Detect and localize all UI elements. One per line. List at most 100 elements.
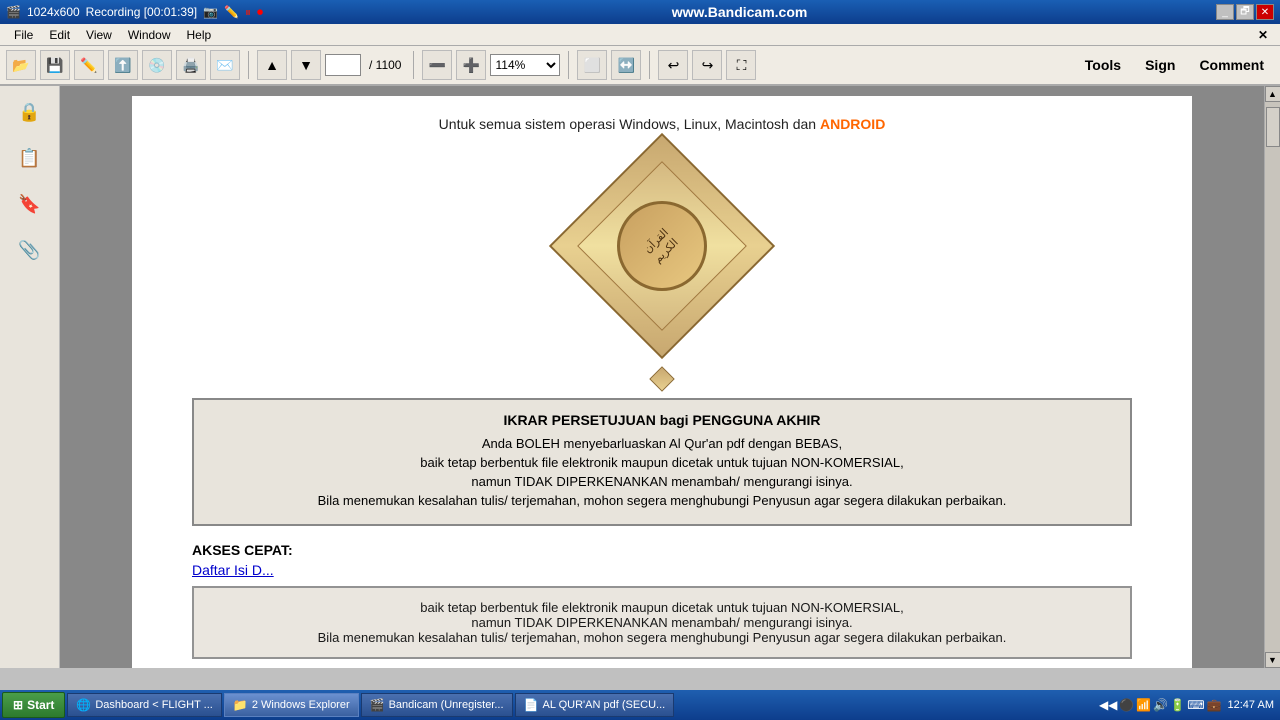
overlap-box: baik tetap berbentuk file elektronik mau… xyxy=(192,586,1132,659)
sep2 xyxy=(413,51,414,79)
taskbar-item-0[interactable]: 🌐 Dashboard < FLIGHT ... xyxy=(67,693,221,717)
taskbar-item-2[interactable]: 🎬 Bandicam (Unregister... xyxy=(361,693,513,717)
task-label-3: AL QUR'AN pdf (SECU... xyxy=(542,699,665,711)
window-controls: _ 🗗 ✕ xyxy=(1216,4,1274,20)
close-doc-button[interactable]: ✕ xyxy=(1252,28,1274,42)
tray-icon-4: 🔊 xyxy=(1153,698,1168,712)
download-button[interactable]: 💾 xyxy=(40,50,70,80)
resolution-label: 1024x600 xyxy=(27,5,80,19)
print-button[interactable]: 🖨️ xyxy=(176,50,206,80)
task-label-0: Dashboard < FLIGHT ... xyxy=(95,699,213,711)
pause-icon: ⏸ xyxy=(245,5,251,20)
overlap-line-1: baik tetap berbentuk file elektronik mau… xyxy=(214,600,1110,615)
tray-icon-7: 💼 xyxy=(1207,698,1222,712)
window-icon: 🎬 xyxy=(6,5,21,19)
agreement-title: IKRAR PERSETUJUAN bagi PENGGUNA AKHIR xyxy=(214,412,1110,428)
next-page-button[interactable]: ▼ xyxy=(291,50,321,80)
menu-view[interactable]: View xyxy=(78,26,120,44)
comment-label[interactable]: Comment xyxy=(1189,57,1274,73)
email-button[interactable]: ✉️ xyxy=(210,50,240,80)
pdf-subtitle: Untuk semua sistem operasi Windows, Linu… xyxy=(192,116,1132,132)
page-total-label: / 1100 xyxy=(365,58,405,72)
menu-bar: File Edit View Window Help ✕ xyxy=(0,24,1280,46)
camera-icon: 📷 xyxy=(203,5,218,19)
subtitle-text: Untuk semua sistem operasi Windows, Linu… xyxy=(439,116,816,132)
fit-page-button[interactable]: ⬜ xyxy=(577,50,607,80)
tools-label[interactable]: Tools xyxy=(1075,57,1131,73)
title-bar-left: 🎬 1024x600 Recording [00:01:39] 📷 ✏️ ⏸ ⏺ xyxy=(6,5,263,20)
scroll-down-button[interactable]: ▼ xyxy=(1265,652,1280,668)
agreement-line-3: namun TIDAK DIPERKENANKAN menambah/ meng… xyxy=(214,474,1110,489)
page-number-input[interactable]: 1 xyxy=(325,54,361,76)
undo-button[interactable]: ↩ xyxy=(658,50,688,80)
android-text: ANDROID xyxy=(820,116,885,132)
pages-icon[interactable]: 📋 xyxy=(12,140,48,176)
main-area: 🔒 📋 🔖 📎 Untuk semua sistem operasi Windo… xyxy=(0,86,1280,668)
pen-icon: ✏️ xyxy=(224,5,239,19)
tray-icon-1: ◀◀ xyxy=(1099,698,1117,712)
tray-icon-3: 📶 xyxy=(1136,698,1151,712)
task-icon-2: 🎬 xyxy=(370,698,385,712)
start-icon: ⊞ xyxy=(13,698,23,712)
daftar-link[interactable]: Daftar Isi D... xyxy=(192,562,274,578)
tray-icon-6: ⌨ xyxy=(1187,698,1204,712)
redo-button[interactable]: ↪ xyxy=(692,50,722,80)
zoom-select[interactable]: 50% 75% 100% 114% 125% 150% 200% xyxy=(490,54,560,76)
start-button[interactable]: ⊞ Start xyxy=(2,692,65,718)
emblem-circle: القرآنالكريم xyxy=(617,201,707,291)
tray-icon-2: ⚫ xyxy=(1119,698,1134,712)
upload-button[interactable]: ⬆️ xyxy=(108,50,138,80)
menu-help[interactable]: Help xyxy=(179,26,220,44)
akses-section: AKSES CEPAT: Daftar Isi D... xyxy=(192,542,1132,580)
taskbar: ⊞ Start 🌐 Dashboard < FLIGHT ... 📁 2 Win… xyxy=(0,690,1280,720)
close-button[interactable]: ✕ xyxy=(1256,4,1274,20)
agreement-line-1: Anda BOLEH menyebarluaskan Al Qur'an pdf… xyxy=(214,436,1110,451)
edit-button[interactable]: ✏️ xyxy=(74,50,104,80)
sep4 xyxy=(649,51,650,79)
prev-page-button[interactable]: ▲ xyxy=(257,50,287,80)
menu-window[interactable]: Window xyxy=(120,26,179,44)
open-button[interactable]: 📂 xyxy=(6,50,36,80)
scroll-thumb[interactable] xyxy=(1266,107,1280,147)
site-title: www.Bandicam.com xyxy=(672,4,808,20)
pdf-sidebar: 🔒 📋 🔖 📎 xyxy=(0,86,60,668)
scroll-up-button[interactable]: ▲ xyxy=(1265,86,1280,102)
task-label-1: 2 Windows Explorer xyxy=(252,699,350,711)
menu-file[interactable]: File xyxy=(6,26,41,44)
pdf-content-area[interactable]: Untuk semua sistem operasi Windows, Linu… xyxy=(60,86,1264,668)
save-button[interactable]: 💿 xyxy=(142,50,172,80)
lock-icon[interactable]: 🔒 xyxy=(12,94,48,130)
scroll-track[interactable] xyxy=(1265,102,1280,652)
start-label: Start xyxy=(27,698,54,712)
task-label-2: Bandicam (Unregister... xyxy=(389,699,504,711)
task-icon-1: 📁 xyxy=(233,698,248,712)
taskbar-item-1[interactable]: 📁 2 Windows Explorer xyxy=(224,693,359,717)
title-bar: 🎬 1024x600 Recording [00:01:39] 📷 ✏️ ⏸ ⏺… xyxy=(0,0,1280,24)
emblem-diamond-inner: القرآنالكريم xyxy=(577,161,747,331)
fullscreen-button[interactable]: ⛶ xyxy=(726,50,756,80)
sign-label[interactable]: Sign xyxy=(1135,57,1185,73)
recording-label: Recording [00:01:39] xyxy=(86,5,197,19)
restore-button[interactable]: 🗗 xyxy=(1236,4,1254,20)
zoom-in-button[interactable]: ➕ xyxy=(456,50,486,80)
fit-width-button[interactable]: ↔️ xyxy=(611,50,641,80)
overlap-line-3: Bila menemukan kesalahan tulis/ terjemah… xyxy=(214,630,1110,645)
clock: 12:47 AM xyxy=(1224,699,1274,711)
overlap-line-2: namun TIDAK DIPERKENANKAN menambah/ meng… xyxy=(214,615,1110,630)
minimize-button[interactable]: _ xyxy=(1216,4,1234,20)
system-tray: ◀◀ ⚫ 📶 🔊 🔋 ⌨ 💼 12:47 AM xyxy=(1095,698,1278,712)
tray-icon-5: 🔋 xyxy=(1170,698,1185,712)
agreement-line-4: Bila menemukan kesalahan tulis/ terjemah… xyxy=(214,493,1110,508)
paperclip-icon[interactable]: 📎 xyxy=(12,232,48,268)
taskbar-item-3[interactable]: 📄 AL QUR'AN pdf (SECU... xyxy=(515,693,675,717)
bookmark-icon[interactable]: 🔖 xyxy=(12,186,48,222)
menu-edit[interactable]: Edit xyxy=(41,26,78,44)
pdf-page: Untuk semua sistem operasi Windows, Linu… xyxy=(132,96,1192,668)
emblem-diamond-outer: القرآنالكريم xyxy=(549,133,775,359)
sep3 xyxy=(568,51,569,79)
agreement-box: IKRAR PERSETUJUAN bagi PENGGUNA AKHIR An… xyxy=(192,398,1132,526)
quran-emblem-wrapper: القرآنالكريم xyxy=(562,148,762,388)
vertical-scrollbar[interactable]: ▲ ▼ xyxy=(1264,86,1280,668)
zoom-out-button[interactable]: ➖ xyxy=(422,50,452,80)
agreement-line-2: baik tetap berbentuk file elektronik mau… xyxy=(214,455,1110,470)
